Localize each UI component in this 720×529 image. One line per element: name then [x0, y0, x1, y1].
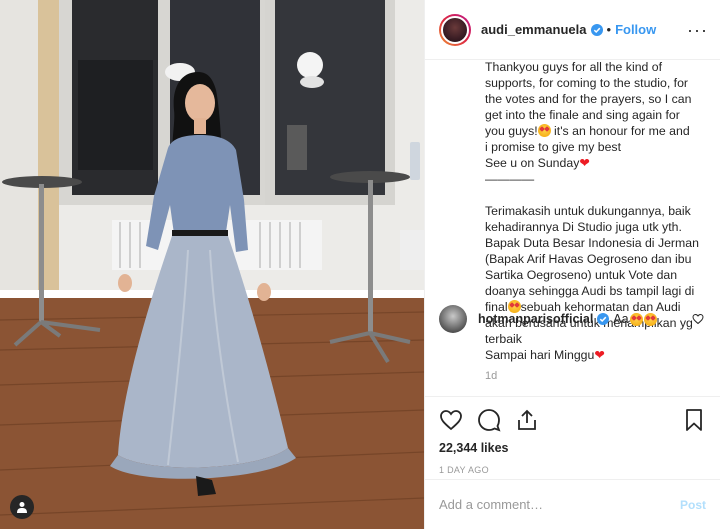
caption-line: it's an honour for me and: [550, 124, 690, 138]
caption-timestamp[interactable]: 1d: [485, 370, 704, 382]
like-icon[interactable]: [439, 408, 463, 432]
instagram-post-modal: audi_emmanuela • Follow ··· Thankyou guy…: [0, 0, 720, 529]
comment-text: Aa: [613, 312, 629, 326]
caption-line: See u on Sunday: [485, 156, 580, 170]
person-icon: [17, 502, 27, 513]
caption-line: kehadirannya Di Studio juga utk yth.: [485, 220, 682, 234]
verified-badge-icon: [597, 313, 610, 325]
caption-line: Bapak Duta Besar Indonesia di Jerman: [485, 236, 699, 250]
comment-like-icon[interactable]: [692, 313, 704, 325]
post-side-panel: audi_emmanuela • Follow ··· Thankyou guy…: [424, 0, 720, 529]
tagged-user-icon[interactable]: [10, 495, 34, 519]
caption-line: get into the finale and sing again for: [485, 108, 680, 122]
avatar[interactable]: [439, 13, 471, 46]
add-comment-bar: Post: [425, 479, 720, 529]
caption-line: the votes and for the prayers, so I can: [485, 92, 692, 106]
post-actions: 22,344 likes 1 DAY AGO: [425, 396, 720, 475]
follow-button[interactable]: Follow: [615, 22, 656, 37]
comment-input[interactable]: [439, 497, 680, 512]
heart-eyes-emoji-icon: [629, 312, 643, 326]
caption-line: Sartika Oegroseno) untuk Vote dan: [485, 268, 678, 282]
comments-area[interactable]: Thankyou guys for all the kind of suppor…: [425, 60, 720, 396]
commenter-avatar[interactable]: [439, 305, 467, 333]
separator-dot: •: [606, 22, 612, 37]
comment-item: hotmanparisofficial Aa: [439, 305, 704, 333]
heart-eyes-emoji-icon: [537, 124, 551, 137]
bookmark-icon[interactable]: [682, 408, 706, 432]
caption-line: supports, for coming to the studio, for: [485, 76, 689, 90]
post-timestamp[interactable]: 1 DAY AGO: [439, 465, 706, 475]
verified-badge-icon: [590, 23, 603, 36]
post-header: audi_emmanuela • Follow ···: [425, 0, 720, 60]
action-icons-row: [439, 405, 706, 435]
more-options-icon[interactable]: ···: [687, 21, 708, 39]
likes-count[interactable]: 22,344 likes: [439, 441, 706, 455]
share-icon[interactable]: [515, 408, 539, 432]
caption-line: Sampai hari Minggu: [485, 348, 595, 362]
caption-line: Terimakasih untuk dukungannya, baik: [485, 204, 691, 218]
caption-line: (Bapak Arif Havas Oegroseno dan ibu: [485, 252, 692, 266]
post-comment-button[interactable]: Post: [680, 498, 706, 512]
caption-line: doanya sehingga Audi bs tampil lagi di: [485, 284, 695, 298]
post-username[interactable]: audi_emmanuela: [481, 22, 587, 37]
commenter-username[interactable]: hotmanparisofficial: [478, 312, 593, 326]
red-heart-emoji-icon: ❤: [594, 348, 605, 362]
caption-line: you guys!: [485, 124, 538, 138]
post-photo[interactable]: [0, 0, 424, 529]
comment-icon[interactable]: [477, 408, 501, 432]
caption-line: Thankyou guys for all the kind of: [485, 60, 663, 74]
caption-line: terbaik: [485, 332, 522, 346]
photo-illustration: [0, 0, 424, 529]
red-heart-emoji-icon: ❤: [579, 156, 590, 170]
caption-line: ————: [485, 172, 535, 186]
caption-line: i promise to give my best: [485, 140, 621, 154]
heart-eyes-emoji-icon: [643, 312, 657, 326]
